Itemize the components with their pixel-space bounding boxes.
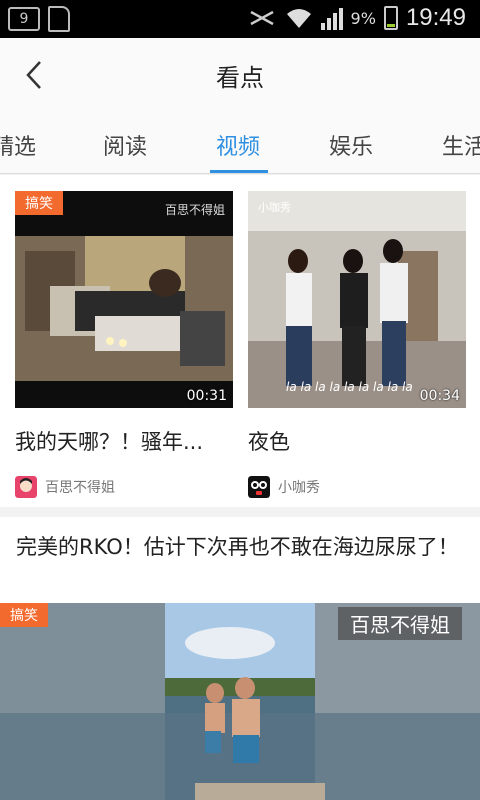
category-badge: 搞笑 <box>0 603 48 627</box>
video-thumbnail[interactable]: 搞笑 百思不得姐 00:31 <box>15 191 233 408</box>
notification-count: 9 <box>19 11 29 27</box>
signal-icon <box>320 6 343 30</box>
svg-text:小咖秀: 小咖秀 <box>258 200 291 214</box>
video-card[interactable]: 小咖秀 la la la la la la la la la 00:34 夜色 … <box>248 191 466 498</box>
video-duration: 00:34 <box>419 388 460 404</box>
source-name: 百思不得姐 <box>45 480 115 496</box>
clock: 19:49 <box>405 4 466 31</box>
video-caption: la la la la la la la la la <box>286 380 413 394</box>
video-card[interactable]: 搞笑 百思不得姐 00:31 我的天哪？！骚年... 百思不得姐 <box>15 191 233 498</box>
sim-card-icon <box>48 6 70 32</box>
featured-thumbnail[interactable]: 搞笑 百思不得姐 <box>0 603 480 800</box>
video-thumbnail[interactable]: 小咖秀 la la la la la la la la la 00:34 <box>248 191 466 408</box>
video-title[interactable]: 夜色 <box>248 426 466 456</box>
watermark: 百思不得姐 <box>338 607 462 640</box>
notification-count-icon: 9 <box>8 7 40 31</box>
featured-title[interactable]: 完美的RKO！估计下次再也不敢在海边尿尿了！ <box>16 533 466 562</box>
video-frame <box>15 191 233 408</box>
category-badge: 搞笑 <box>15 191 63 215</box>
battery-icon <box>383 6 398 30</box>
tab-entertainment[interactable]: 娱乐 <box>329 129 373 161</box>
video-source[interactable]: 百思不得姐 <box>15 476 233 498</box>
xiaokaxiu-source-icon <box>248 476 270 498</box>
tab-video[interactable]: 视频 <box>216 129 260 161</box>
app-bar: 看点 <box>0 38 480 112</box>
baisi-source-icon <box>15 476 37 498</box>
video-title[interactable]: 我的天哪？！骚年... <box>15 426 233 456</box>
video-grid: 搞笑 百思不得姐 00:31 我的天哪？！骚年... 百思不得姐 小咖秀 la … <box>0 175 480 507</box>
mute-icon <box>249 10 274 26</box>
tab-featured[interactable]: 精选 <box>0 129 36 161</box>
video-frame: 小咖秀 la la la la la la la la la <box>248 191 466 408</box>
active-tab-indicator <box>210 170 268 173</box>
source-name: 小咖秀 <box>278 480 320 496</box>
tab-life[interactable]: 生活 <box>442 129 480 161</box>
video-duration: 00:31 <box>186 388 227 404</box>
tab-reading[interactable]: 阅读 <box>103 129 147 161</box>
status-bar: 9 9% 19:49 <box>0 0 480 38</box>
video-source[interactable]: 小咖秀 <box>248 476 466 498</box>
wifi-icon <box>286 9 311 28</box>
page-title: 看点 <box>216 64 264 92</box>
featured-video-card[interactable]: 完美的RKO！估计下次再也不敢在海边尿尿了！ 搞笑 百思不得姐 <box>0 517 480 800</box>
watermark: 百思不得姐 <box>164 203 225 217</box>
battery-percent: 9% <box>350 8 376 28</box>
category-tabs: 精选 阅读 视频 娱乐 生活 <box>0 112 480 174</box>
